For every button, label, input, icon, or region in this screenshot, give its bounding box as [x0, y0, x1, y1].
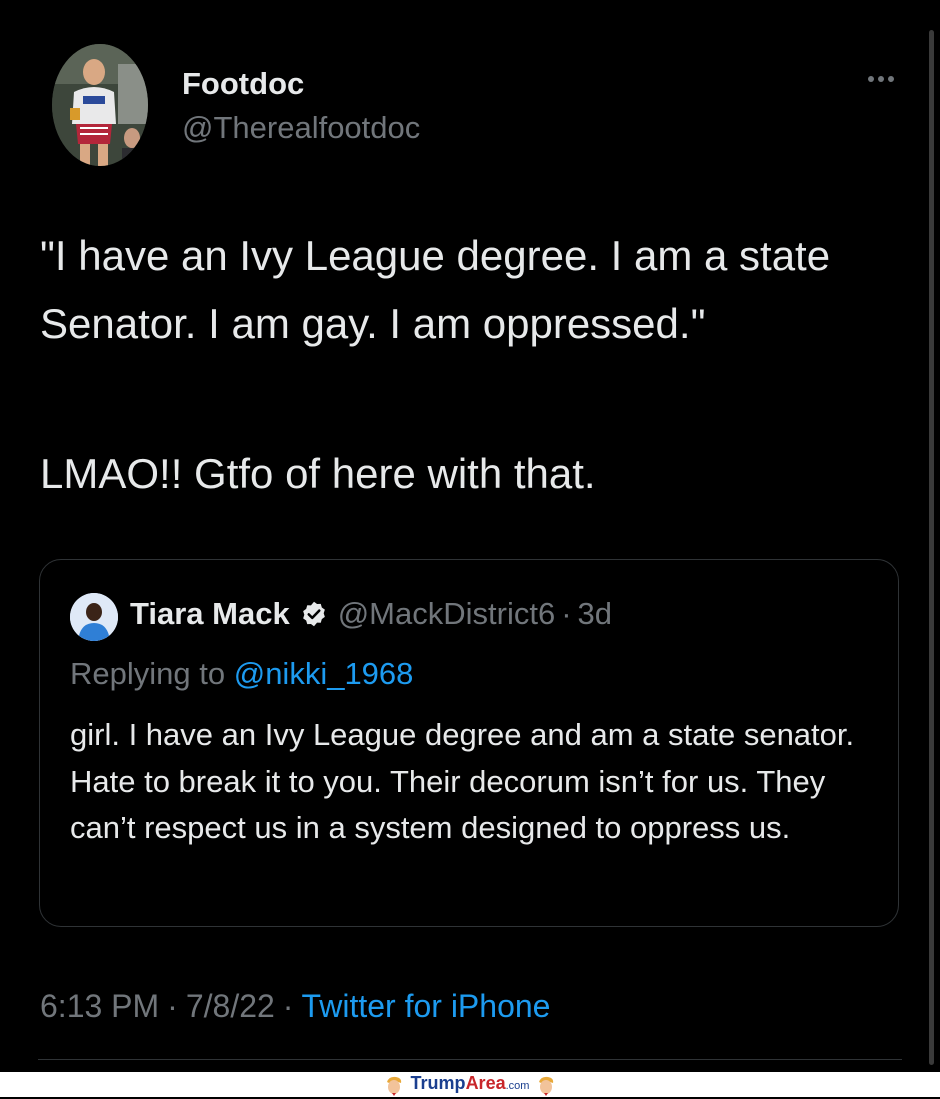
quoted-tweet-text: girl. I have an Ivy League degree and am…	[70, 717, 855, 845]
divider	[38, 1059, 902, 1060]
replying-label: Replying to	[70, 656, 226, 691]
trump-icon	[539, 1076, 554, 1096]
more-options-icon[interactable]	[864, 72, 898, 86]
watermark-footer: TrumpArea.com	[0, 1072, 940, 1097]
trump-icon	[386, 1076, 401, 1096]
quoted-time[interactable]: 3d	[578, 596, 612, 632]
quoted-handle[interactable]: @MackDistrict6	[338, 596, 555, 632]
tweet-source-link[interactable]: Twitter for iPhone	[301, 988, 550, 1024]
quoted-display-name[interactable]: Tiara Mack	[130, 596, 290, 632]
brand-part1: Trump	[410, 1072, 466, 1093]
meta-separator: ·	[167, 988, 178, 1024]
tweet-date[interactable]: 7/8/22	[186, 988, 275, 1024]
replying-mention-link[interactable]: @nikki_1968	[234, 656, 414, 691]
brand-part2: Area	[465, 1072, 506, 1093]
tweet-meta: 6:13 PM · 7/8/22 · Twitter for iPhone	[40, 988, 550, 1025]
author-display-name[interactable]: Footdoc	[182, 66, 304, 102]
verified-icon	[302, 601, 325, 627]
watermark-brand: TrumpArea.com	[411, 1071, 530, 1099]
avatar-image	[52, 44, 148, 166]
quoted-avatar[interactable]	[70, 593, 118, 641]
tweet-text: "I have an Ivy League degree. I am a sta…	[40, 232, 831, 347]
replying-to: Replying to @nikki_1968	[70, 656, 413, 692]
quoted-tweet[interactable]: Tiara Mack @MackDistrict6 · 3d Replying …	[39, 559, 899, 927]
quoted-separator: ·	[561, 596, 572, 631]
meta-separator: ·	[282, 988, 294, 1024]
brand-part3: .com	[505, 1079, 530, 1092]
avatar[interactable]	[52, 44, 148, 166]
tweet-time[interactable]: 6:13 PM	[40, 988, 159, 1024]
quoted-header: Tiara Mack @MackDistrict6 · 3d	[130, 596, 612, 632]
author-handle[interactable]: @Therealfootdoc	[182, 110, 420, 146]
quoted-avatar-image	[70, 593, 118, 641]
tweet-text-secondary: LMAO!! Gtfo of here with that.	[40, 450, 596, 497]
scrollbar[interactable]	[929, 30, 934, 1065]
tweet-card: Footdoc @Therealfootdoc "I have an Ivy L…	[0, 0, 940, 1072]
